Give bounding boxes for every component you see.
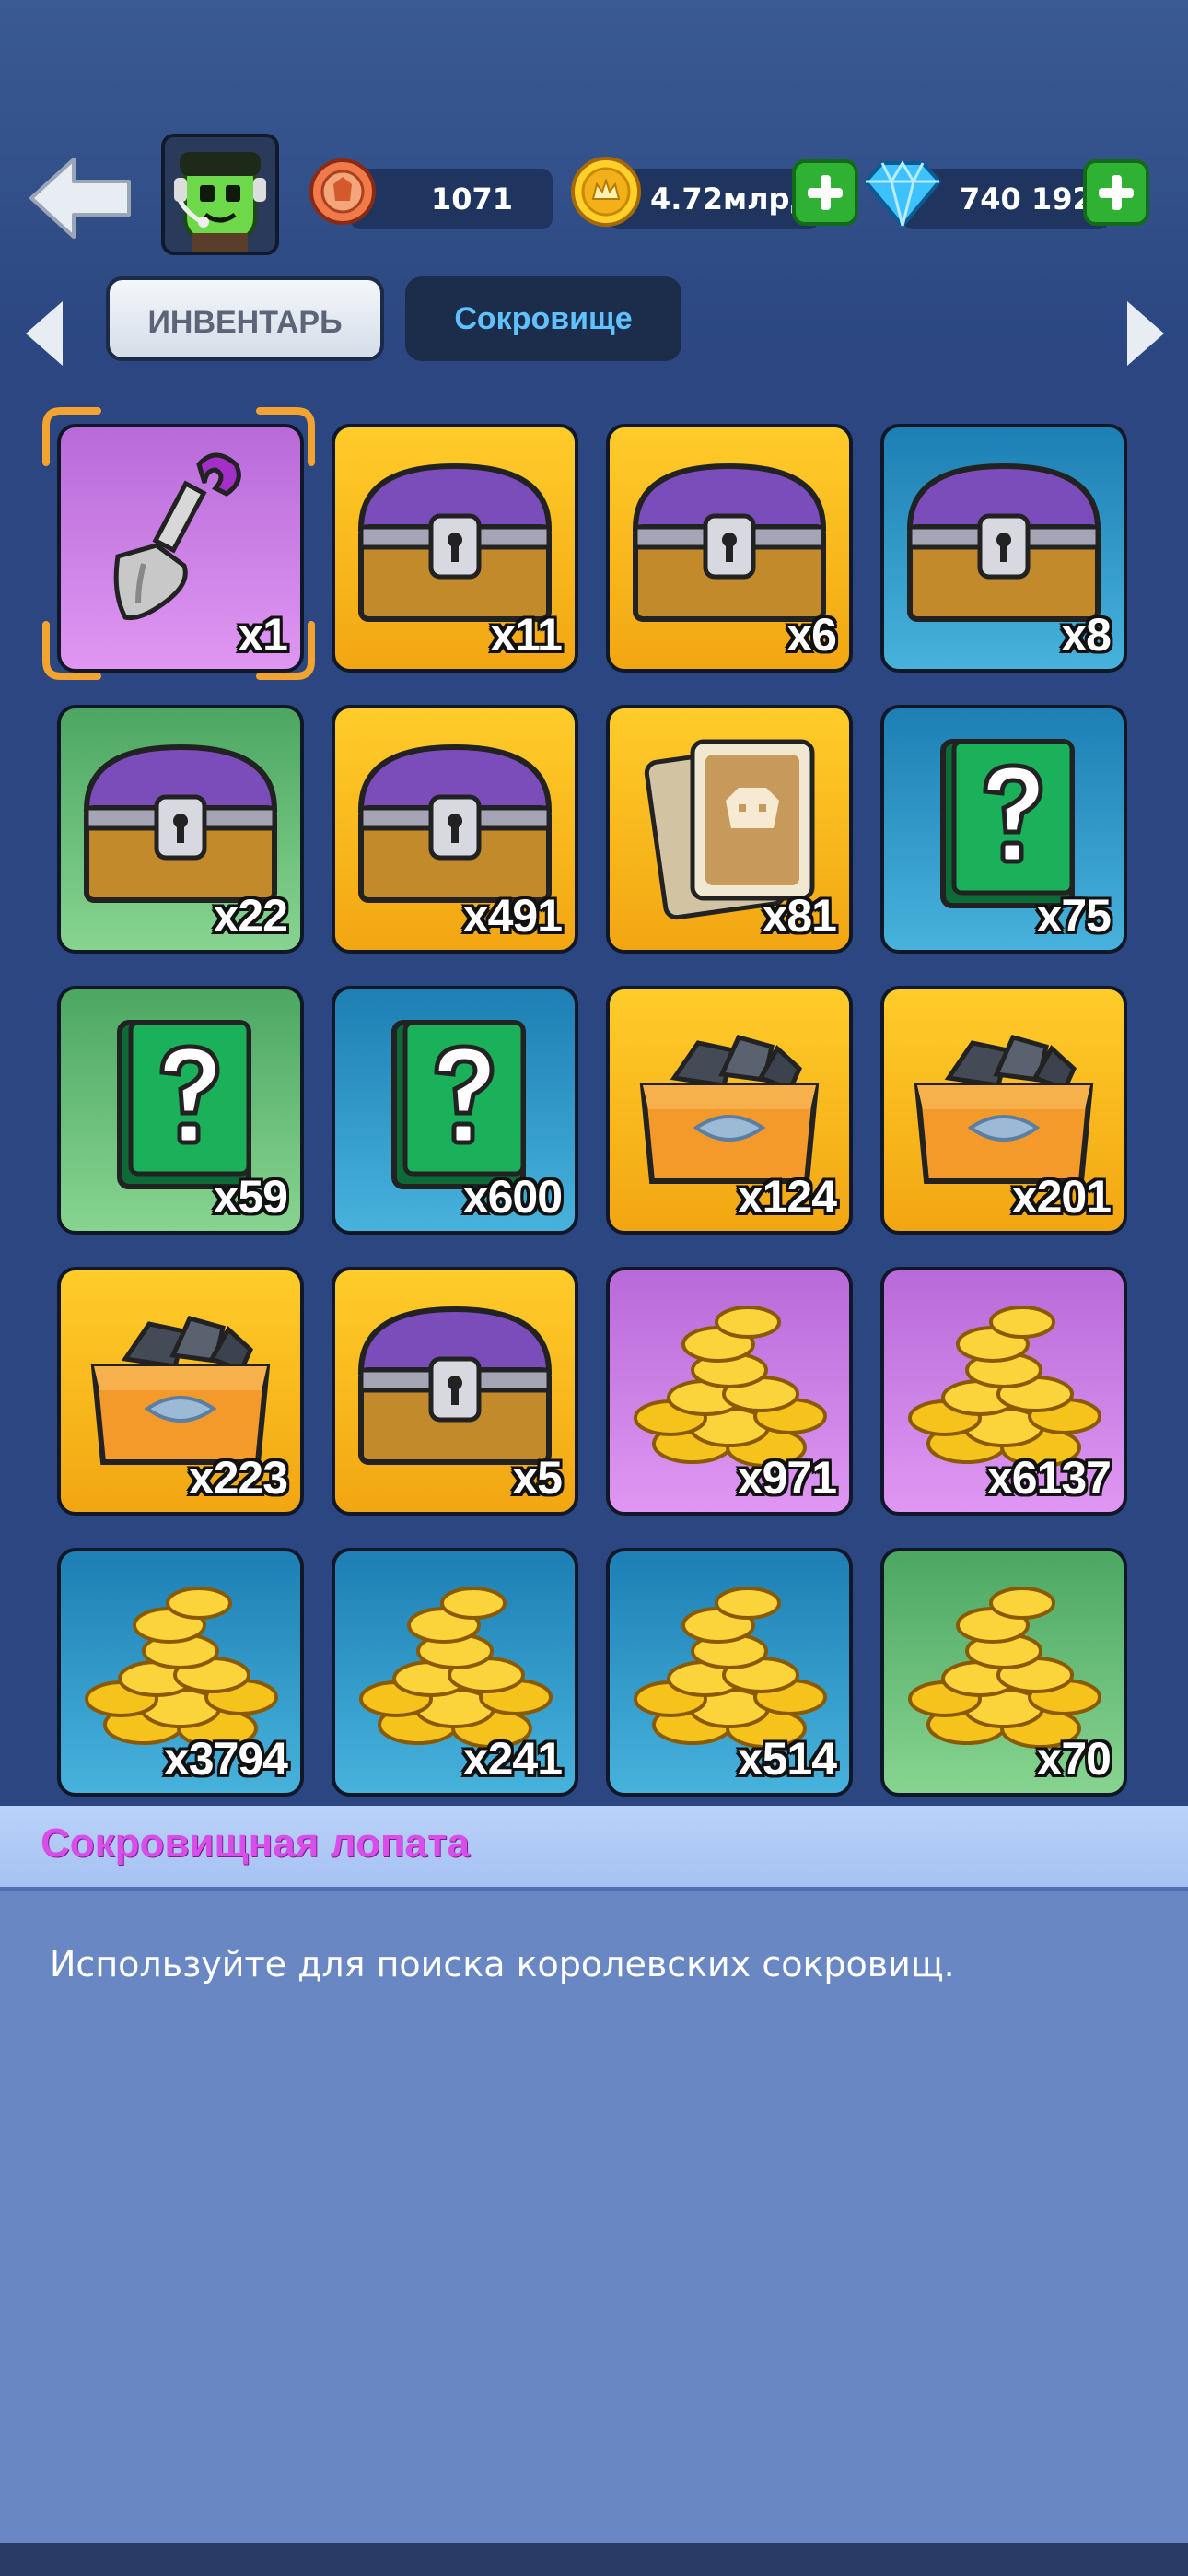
item-count: x81 [762, 890, 837, 942]
add-gold-button[interactable] [792, 159, 858, 226]
item-cell-gold-coins-3[interactable]: x3794 [57, 1548, 304, 1797]
item-cell-gold-coins-4[interactable]: x241 [332, 1548, 578, 1797]
item-cell-wooden-chest[interactable]: x22 [57, 705, 304, 954]
item-cell-gold-coins-5[interactable]: x514 [606, 1548, 853, 1797]
item-cell-gold-coins[interactable]: x971 [606, 1267, 853, 1516]
item-count: x6137 [986, 1452, 1112, 1504]
avatar[interactable] [161, 134, 279, 255]
gold-coin-icon [571, 157, 641, 227]
item-cell-stone-wood-crate[interactable]: x223 [57, 1267, 304, 1516]
item-cell-green-mystery-book[interactable]: x59 [57, 986, 304, 1235]
item-count: x600 [462, 1171, 563, 1223]
item-description: Используйте для поиска королевских сокро… [50, 1944, 955, 1985]
gold-value: 4.72млрд [650, 181, 814, 217]
item-count: x59 [213, 1171, 288, 1223]
trophy-value: 1071 [431, 181, 514, 217]
item-count: x124 [737, 1171, 837, 1223]
gems-value: 740 192 [960, 181, 1093, 217]
trophy-icon [309, 158, 376, 225]
tab-bar: ИНВЕНТАРЬ Сокровище [0, 272, 1188, 373]
item-cell-hero-cards[interactable]: x81 [606, 705, 853, 954]
top-bar: 1071 4.72млрд 740 192 [0, 129, 1188, 267]
item-cell-silver-green-chest[interactable]: x11 [332, 424, 578, 673]
item-count: x241 [462, 1733, 563, 1785]
item-details-header: Сокровищная лопата [0, 1806, 1188, 1891]
item-cell-gold-coins-2[interactable]: x6137 [880, 1267, 1127, 1516]
chevron-right-icon[interactable] [1118, 292, 1173, 375]
item-count: x201 [1011, 1171, 1112, 1223]
item-cell-gold-coins-6[interactable]: x70 [880, 1548, 1127, 1797]
bottom-strip [0, 2543, 1188, 2576]
item-cell-treasure-shovel[interactable]: x1 [57, 424, 304, 673]
back-button[interactable] [28, 152, 134, 244]
item-count: x5 [512, 1452, 563, 1504]
player-avatar-icon [165, 137, 275, 252]
add-gems-button[interactable] [1083, 159, 1149, 226]
back-arrow-icon [29, 158, 131, 239]
item-count: x22 [213, 890, 288, 942]
item-cell-royal-chest[interactable]: x491 [332, 705, 578, 954]
item-cell-purple-gold-chest[interactable]: x6 [606, 424, 853, 673]
item-count: x223 [188, 1452, 288, 1504]
item-count: x1 [238, 609, 288, 661]
item-cell-rune-stones-crate[interactable]: x124 [606, 986, 853, 1235]
item-count: x514 [737, 1733, 837, 1785]
item-count: x8 [1061, 609, 1112, 661]
item-count: x70 [1036, 1733, 1112, 1785]
item-count: x11 [490, 609, 563, 661]
item-details-panel: Сокровищная лопата Используйте для поиск… [0, 1806, 1188, 2576]
gem-icon [864, 160, 941, 228]
chevron-left-icon[interactable] [17, 292, 72, 375]
item-count: x971 [737, 1452, 837, 1504]
item-count: x3794 [163, 1733, 288, 1785]
item-title: Сокровищная лопата [41, 1821, 470, 1866]
item-cell-crystals-crate[interactable]: x201 [880, 986, 1127, 1235]
item-cell-silver-blue-chest[interactable]: x8 [880, 424, 1127, 673]
item-cell-blue-mystery-book[interactable]: x75 [880, 705, 1127, 954]
item-cell-green-mystery-book-2[interactable]: x600 [332, 986, 578, 1235]
tab-inventory[interactable]: ИНВЕНТАРЬ [106, 276, 384, 361]
item-count: x491 [462, 890, 563, 942]
item-grid: x1 x11 x6 x8 x22 x491 x81 x75 x59 x600 x… [0, 405, 1188, 1806]
item-cell-blue-gold-chest[interactable]: x5 [332, 1267, 578, 1516]
item-count: x6 [786, 609, 837, 661]
item-count: x75 [1036, 890, 1112, 942]
trophy-counter: 1071 [350, 169, 553, 229]
tab-treasure[interactable]: Сокровище [405, 276, 681, 361]
